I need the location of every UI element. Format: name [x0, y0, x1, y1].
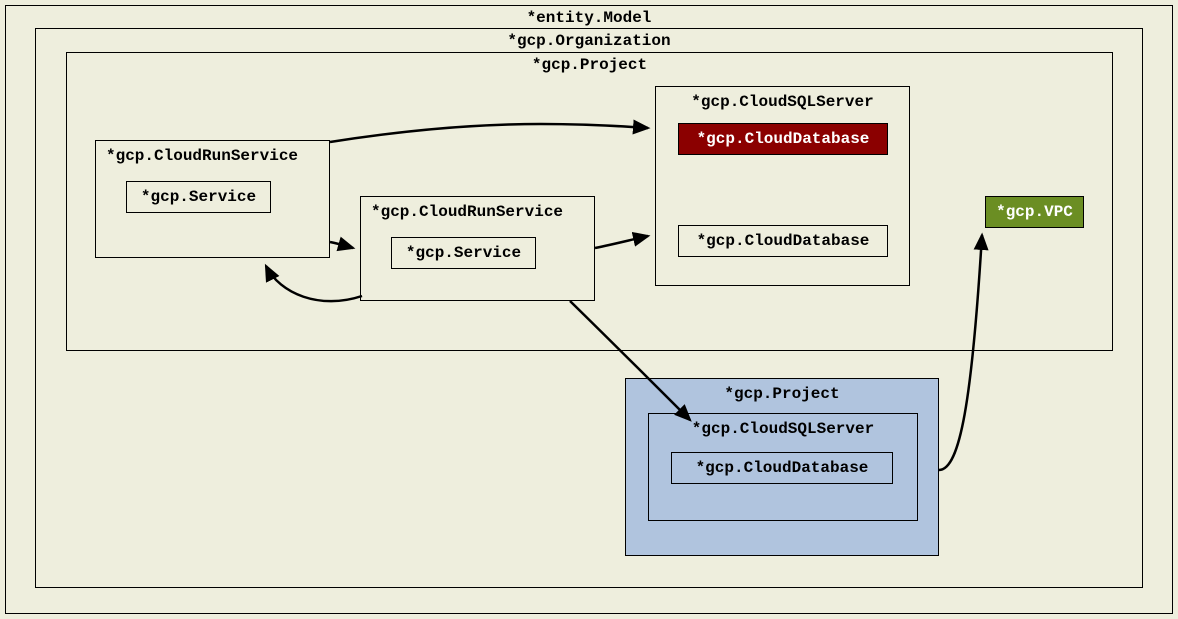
project2-box: *gcp.Project *gcp.CloudSQLServer *gcp.Cl…: [625, 378, 939, 556]
sqlserver1-label: *gcp.CloudSQLServer: [656, 93, 909, 111]
vpc-box: *gcp.VPC: [985, 196, 1084, 228]
vpc-label: *gcp.VPC: [986, 203, 1083, 221]
project2-sqlserver-box: *gcp.CloudSQLServer *gcp.CloudDatabase: [648, 413, 918, 521]
cloudrun2-service-box: *gcp.Service: [391, 237, 536, 269]
sqlserver1-db2-label: *gcp.CloudDatabase: [679, 232, 887, 250]
cloudrun1-service-box: *gcp.Service: [126, 181, 271, 213]
organization-label: *gcp.Organization: [36, 32, 1142, 50]
cloudrun2-label: *gcp.CloudRunService: [371, 203, 563, 221]
cloudrun1-box: *gcp.CloudRunService *gcp.Service: [95, 140, 330, 258]
cloudrun1-label: *gcp.CloudRunService: [106, 147, 298, 165]
sqlserver1-box: *gcp.CloudSQLServer *gcp.CloudDatabase *…: [655, 86, 910, 286]
sqlserver1-db1-box: *gcp.CloudDatabase: [678, 123, 888, 155]
project2-sqlserver-label: *gcp.CloudSQLServer: [649, 420, 917, 438]
cloudrun2-box: *gcp.CloudRunService *gcp.Service: [360, 196, 595, 301]
cloudrun2-service-label: *gcp.Service: [392, 244, 535, 262]
project2-db-label: *gcp.CloudDatabase: [672, 459, 892, 477]
sqlserver1-db1-label: *gcp.CloudDatabase: [679, 130, 887, 148]
project2-label: *gcp.Project: [626, 385, 938, 403]
cloudrun1-service-label: *gcp.Service: [127, 188, 270, 206]
project2-db-box: *gcp.CloudDatabase: [671, 452, 893, 484]
entity-model-label: *entity.Model: [6, 9, 1172, 27]
sqlserver1-db2-box: *gcp.CloudDatabase: [678, 225, 888, 257]
project1-label: *gcp.Project: [67, 56, 1112, 74]
